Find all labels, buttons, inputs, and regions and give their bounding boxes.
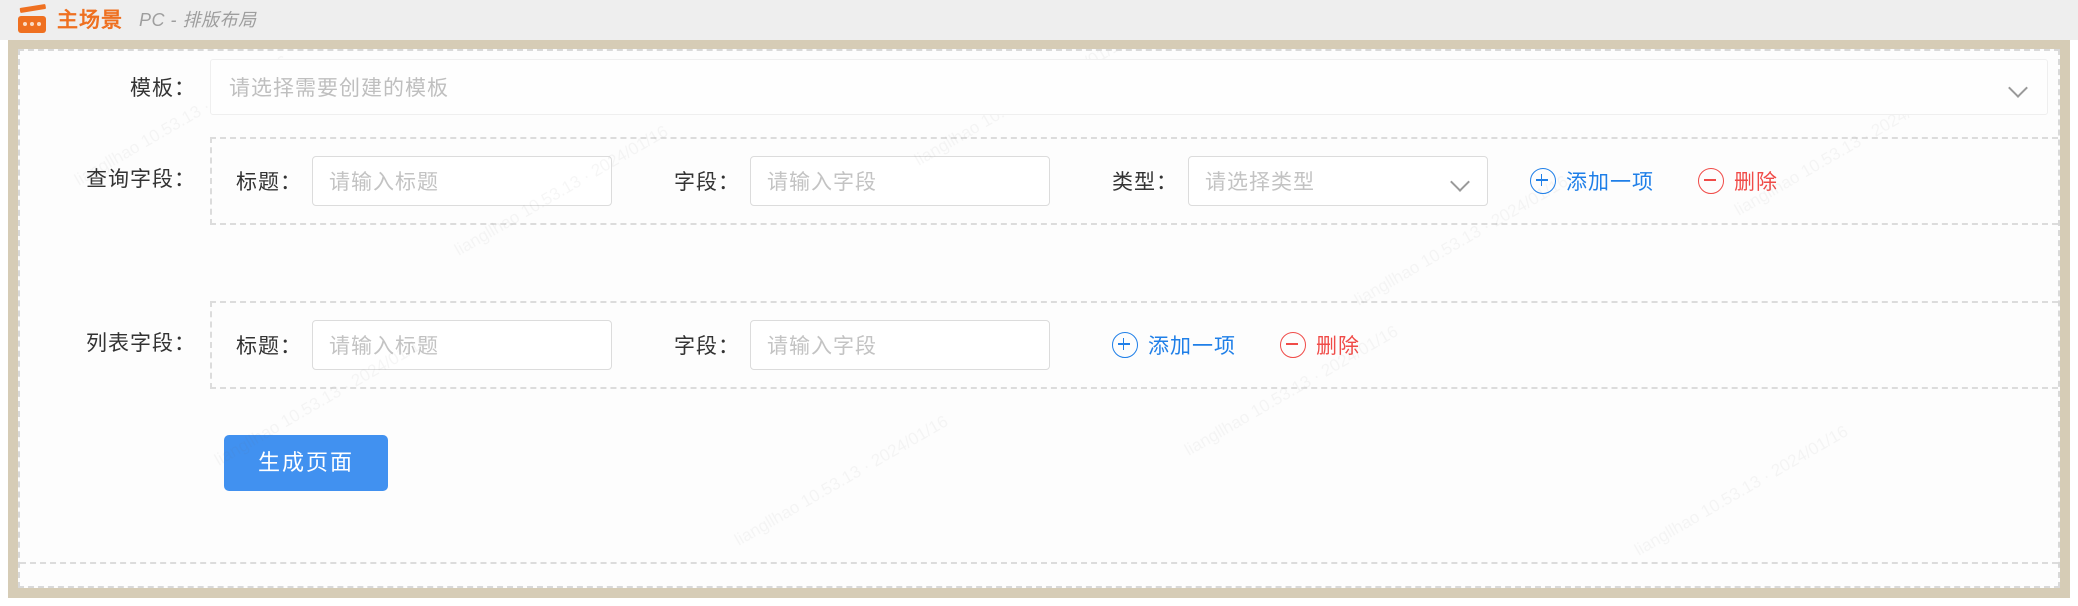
- list-fields-row: 列表字段： 标题： 请输入标题 字段： 请输入字段 添加一项 删除: [20, 301, 2058, 389]
- query-fields-row: 查询字段： 标题： 请输入标题 字段： 请输入字段 类型： 请选择类型 添加一项: [20, 137, 2058, 225]
- page-subtitle: PC - 排版布局: [139, 10, 257, 30]
- query-delete-label: 删除: [1734, 171, 1778, 194]
- circle-minus-icon: [1698, 168, 1724, 194]
- list-add-item-label: 添加一项: [1148, 335, 1236, 358]
- canvas-frame: liangllhao 10.53.13 · 2024/01/16 liangll…: [8, 40, 2070, 598]
- list-title-input[interactable]: 请输入标题: [312, 320, 612, 370]
- query-title-input[interactable]: 请输入标题: [312, 156, 612, 206]
- list-field-label: 字段：: [674, 335, 740, 358]
- query-title-label: 标题：: [236, 171, 302, 194]
- list-add-item-button[interactable]: 添加一项: [1112, 330, 1236, 360]
- list-title-placeholder: 请输入标题: [329, 335, 439, 358]
- query-type-select[interactable]: 请选择类型: [1188, 156, 1488, 206]
- template-select-placeholder: 请选择需要创建的模板: [229, 77, 449, 100]
- circle-minus-icon: [1280, 332, 1306, 358]
- query-field-label: 字段：: [674, 171, 740, 194]
- scene-box-icon: [18, 3, 48, 34]
- query-fields-label: 查询字段：: [86, 168, 196, 191]
- list-field-placeholder: 请输入字段: [767, 335, 877, 358]
- circle-plus-icon: [1112, 332, 1138, 358]
- query-type-placeholder: 请选择类型: [1205, 171, 1315, 194]
- query-field-placeholder: 请输入字段: [767, 171, 877, 194]
- query-delete-button[interactable]: 删除: [1698, 166, 1778, 196]
- template-select[interactable]: 请选择需要创建的模板: [210, 59, 2048, 115]
- list-delete-label: 删除: [1316, 335, 1360, 358]
- template-row: 模板： 请选择需要创建的模板: [20, 51, 2058, 123]
- list-delete-button[interactable]: 删除: [1280, 330, 1360, 360]
- list-field-input[interactable]: 请输入字段: [750, 320, 1050, 370]
- query-type-label: 类型：: [1112, 171, 1178, 194]
- chevron-down-icon: [1449, 170, 1471, 192]
- page-title: 主场景: [57, 8, 123, 32]
- submit-row: 生成页面: [20, 435, 2058, 491]
- query-add-item-button[interactable]: 添加一项: [1530, 166, 1654, 196]
- query-fields-group: 标题： 请输入标题 字段： 请输入字段 类型： 请选择类型 添加一项 删除: [210, 137, 2058, 225]
- query-title-placeholder: 请输入标题: [329, 171, 439, 194]
- list-fields-group: 标题： 请输入标题 字段： 请输入字段 添加一项 删除: [210, 301, 2058, 389]
- circle-plus-icon: [1530, 168, 1556, 194]
- list-title-label: 标题：: [236, 335, 302, 358]
- query-field-input[interactable]: 请输入字段: [750, 156, 1050, 206]
- form-container: liangllhao 10.53.13 · 2024/01/16 liangll…: [18, 49, 2060, 588]
- query-add-item-label: 添加一项: [1566, 171, 1654, 194]
- bottom-divider: [20, 562, 2058, 564]
- generate-page-button[interactable]: 生成页面: [224, 435, 389, 491]
- template-label: 模板：: [130, 77, 196, 100]
- app-header: 主场景 PC - 排版布局: [0, 0, 2078, 40]
- chevron-down-icon: [2007, 76, 2029, 98]
- list-fields-label: 列表字段：: [86, 332, 196, 355]
